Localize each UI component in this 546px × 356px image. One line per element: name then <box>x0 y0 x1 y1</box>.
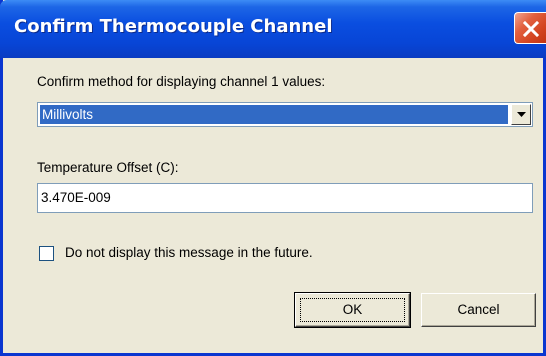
chevron-down-icon <box>517 112 526 117</box>
cancel-button[interactable]: Cancel <box>421 293 536 327</box>
title-bar[interactable]: Confirm Thermocouple Channel <box>0 0 546 58</box>
focus-rectangle <box>300 298 405 322</box>
window-title: Confirm Thermocouple Channel <box>14 16 333 37</box>
cancel-button-label: Cancel <box>457 302 500 317</box>
do-not-display-label: Do not display this message in the futur… <box>65 245 313 260</box>
close-button[interactable] <box>514 12 546 44</box>
method-dropdown[interactable]: Millivolts <box>37 102 533 127</box>
close-icon <box>522 20 540 38</box>
ok-button[interactable]: OK <box>294 292 411 328</box>
temperature-offset-input[interactable]: 3.470E-009 <box>37 183 533 213</box>
method-selected-value: Millivolts <box>40 105 508 124</box>
dropdown-button[interactable] <box>511 104 531 125</box>
method-label: Confirm method for displaying channel 1 … <box>37 74 326 89</box>
dialog-window: Confirm Thermocouple Channel Confirm met… <box>0 0 546 356</box>
offset-label: Temperature Offset (C): <box>37 160 179 175</box>
do-not-display-checkbox[interactable] <box>39 246 54 261</box>
